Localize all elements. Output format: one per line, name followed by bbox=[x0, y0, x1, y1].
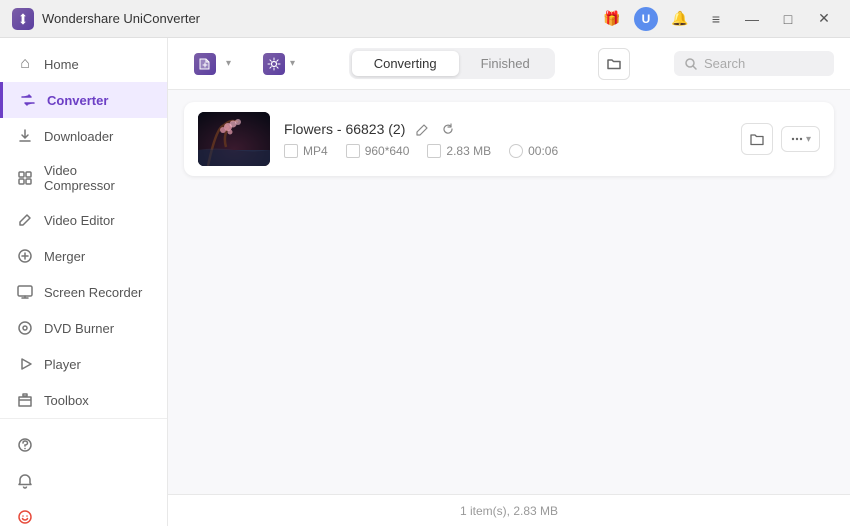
gift-icon[interactable]: 🎁 bbox=[598, 5, 626, 33]
file-duration: 00:06 bbox=[528, 144, 558, 158]
file-name-row: Flowers - 66823 (2) bbox=[284, 120, 727, 138]
sidebar-item-player-label: Player bbox=[44, 357, 81, 372]
file-card: Flowers - 66823 (2) bbox=[184, 102, 834, 176]
sidebar-item-recorder-label: Screen Recorder bbox=[44, 285, 142, 300]
sidebar-item-merger[interactable]: Merger bbox=[0, 238, 167, 274]
duration-icon bbox=[509, 144, 523, 158]
close-icon[interactable]: ✕ bbox=[810, 5, 838, 33]
title-bar: Wondershare UniConverter 🎁 U 🔔 ≡ — □ ✕ bbox=[0, 0, 850, 38]
sidebar-item-converter[interactable]: Converter bbox=[0, 82, 167, 118]
compress-icon bbox=[16, 169, 34, 187]
sidebar-item-help[interactable] bbox=[0, 427, 167, 463]
sidebar-item-video-editor[interactable]: Video Editor bbox=[0, 202, 167, 238]
file-size: 2.83 MB bbox=[446, 144, 491, 158]
avatar-icon[interactable]: U bbox=[634, 7, 658, 31]
sidebar-item-player[interactable]: Player bbox=[0, 346, 167, 382]
resolution-icon bbox=[346, 144, 360, 158]
sidebar-item-feedback[interactable] bbox=[0, 499, 167, 526]
tab-group: Converting Finished bbox=[349, 48, 555, 79]
options-icon bbox=[263, 53, 285, 75]
screen-icon bbox=[16, 283, 34, 301]
toolbox-icon bbox=[16, 391, 34, 409]
notification-icon bbox=[16, 472, 34, 490]
minimize-icon[interactable]: — bbox=[738, 5, 766, 33]
tab-converting[interactable]: Converting bbox=[352, 51, 459, 76]
more-actions-button[interactable]: ▾ bbox=[781, 126, 820, 152]
sidebar-item-dvd-label: DVD Burner bbox=[44, 321, 114, 336]
sidebar: Home Converter Downloader bbox=[0, 38, 168, 526]
meta-size: 2.83 MB bbox=[427, 144, 491, 158]
app-logo bbox=[12, 8, 34, 30]
content-area: ▾ ▾ Converting Finished bbox=[168, 38, 850, 526]
view-folder-button[interactable] bbox=[598, 48, 630, 80]
tab-finished[interactable]: Finished bbox=[459, 51, 552, 76]
main-layout: Home Converter Downloader bbox=[0, 38, 850, 526]
feedback-icon bbox=[16, 508, 34, 526]
status-bar: 1 item(s), 2.83 MB bbox=[168, 494, 850, 526]
sidebar-item-dvd-burner[interactable]: DVD Burner bbox=[0, 310, 167, 346]
file-card-actions: ▾ bbox=[741, 123, 820, 155]
search-input[interactable] bbox=[704, 56, 824, 71]
toolbar: ▾ ▾ Converting Finished bbox=[168, 38, 850, 90]
sidebar-item-home-label: Home bbox=[44, 57, 79, 72]
converter-icon bbox=[19, 91, 37, 109]
sidebar-item-editor-label: Video Editor bbox=[44, 213, 115, 228]
file-name: Flowers - 66823 (2) bbox=[284, 121, 405, 137]
window-controls: 🎁 U 🔔 ≡ — □ ✕ bbox=[598, 5, 838, 33]
status-text: 1 item(s), 2.83 MB bbox=[460, 504, 558, 518]
meta-resolution: 960*640 bbox=[346, 144, 410, 158]
sidebar-item-video-compressor[interactable]: Video Compressor bbox=[0, 154, 167, 202]
file-resolution: 960*640 bbox=[365, 144, 410, 158]
dvd-icon bbox=[16, 319, 34, 337]
search-box bbox=[674, 51, 834, 76]
sidebar-item-toolbox-label: Toolbox bbox=[44, 393, 89, 408]
sidebar-item-merger-label: Merger bbox=[44, 249, 85, 264]
file-info: Flowers - 66823 (2) bbox=[284, 120, 727, 158]
maximize-icon[interactable]: □ bbox=[774, 5, 802, 33]
help-icon bbox=[16, 436, 34, 454]
refresh-icon[interactable] bbox=[439, 120, 457, 138]
add-chevron-icon: ▾ bbox=[226, 58, 231, 69]
sidebar-item-home[interactable]: Home bbox=[0, 46, 167, 82]
sidebar-item-downloader-label: Downloader bbox=[44, 129, 113, 144]
home-icon bbox=[16, 55, 34, 73]
open-folder-button[interactable] bbox=[741, 123, 773, 155]
sidebar-item-downloader[interactable]: Downloader bbox=[0, 118, 167, 154]
meta-duration: 00:06 bbox=[509, 144, 558, 158]
meta-format: MP4 bbox=[284, 144, 328, 158]
sidebar-item-notification[interactable] bbox=[0, 463, 167, 499]
add-file-icon bbox=[194, 53, 216, 75]
file-meta-row: MP4 960*640 2.83 MB 00:06 bbox=[284, 144, 727, 158]
format-icon bbox=[284, 144, 298, 158]
menu-icon[interactable]: ≡ bbox=[702, 5, 730, 33]
editor-icon bbox=[16, 211, 34, 229]
edit-name-icon[interactable] bbox=[413, 120, 431, 138]
size-icon bbox=[427, 144, 441, 158]
add-file-button[interactable]: ▾ bbox=[184, 47, 241, 81]
search-icon bbox=[684, 57, 698, 71]
file-list-area: Flowers - 66823 (2) bbox=[168, 90, 850, 494]
options-button[interactable]: ▾ bbox=[253, 47, 305, 81]
sidebar-bottom bbox=[0, 418, 167, 526]
sidebar-item-compressor-label: Video Compressor bbox=[44, 163, 151, 193]
sidebar-item-screen-recorder[interactable]: Screen Recorder bbox=[0, 274, 167, 310]
sidebar-item-converter-label: Converter bbox=[47, 93, 108, 108]
player-icon bbox=[16, 355, 34, 373]
merger-icon bbox=[16, 247, 34, 265]
downloader-icon bbox=[16, 127, 34, 145]
file-format: MP4 bbox=[303, 144, 328, 158]
more-chevron-icon: ▾ bbox=[806, 134, 811, 145]
file-thumbnail bbox=[198, 112, 270, 166]
sidebar-item-toolbox[interactable]: Toolbox bbox=[0, 382, 167, 418]
options-chevron-icon: ▾ bbox=[290, 58, 295, 69]
bell-icon[interactable]: 🔔 bbox=[666, 5, 694, 33]
app-title: Wondershare UniConverter bbox=[42, 11, 598, 26]
